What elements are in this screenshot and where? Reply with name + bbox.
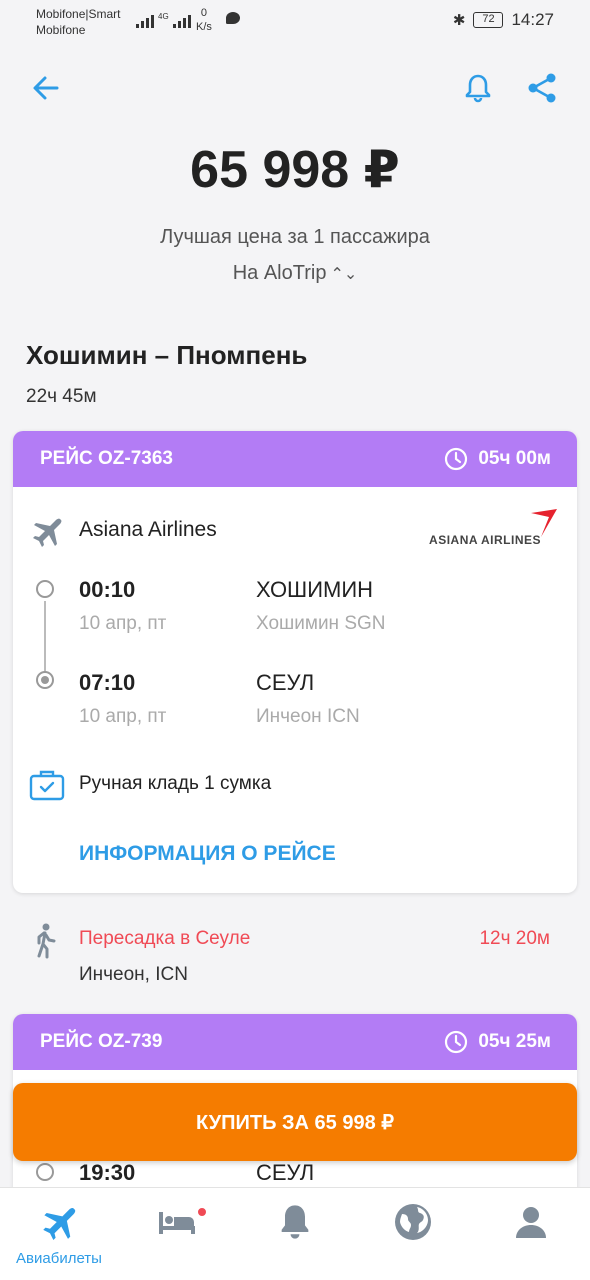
departure-time: 00:10 <box>79 577 136 602</box>
airplane-icon <box>33 518 62 547</box>
price-source-selector[interactable]: На AloTrip ⌃⌄ <box>0 262 590 285</box>
tab-hotels[interactable] <box>118 1188 236 1280</box>
flight-number: РЕЙС OZ-7363 <box>40 448 173 469</box>
flight-number: РЕЙС OZ-739 <box>40 1031 163 1052</box>
airline-name: Asiana Airlines <box>79 518 217 541</box>
baggage-label: Ручная кладь 1 сумка <box>79 773 272 794</box>
net-speed: 0 K/s <box>196 6 212 34</box>
airline-row: Asiana Airlines ASIANA AIRLINES <box>31 509 561 549</box>
route-timeline-line <box>44 601 46 677</box>
clock-icon <box>445 447 468 471</box>
flight-card-header: РЕЙС OZ-739 05ч 25м <box>13 1014 577 1070</box>
arrival-time: 07:10 <box>79 670 136 695</box>
transfer-duration: 12ч 20м <box>479 928 550 949</box>
departure-date: 10 апр, пт <box>79 613 167 634</box>
tab-subscriptions[interactable] <box>236 1188 354 1280</box>
flight-card-header: РЕЙС OZ-7363 05ч 00м <box>13 431 577 487</box>
chevron-up-down-icon: ⌃⌄ <box>330 266 358 283</box>
departure-dot <box>36 580 54 598</box>
top-bar <box>0 60 590 116</box>
buy-button[interactable]: КУПИТЬ ЗА 65 998 ₽ <box>13 1083 577 1161</box>
transfer-title: Пересадка в Сеуле <box>79 928 251 949</box>
tab-flights-label: Авиабилеты <box>16 1250 102 1267</box>
walking-person-icon <box>37 923 56 959</box>
net-speed-value: 0 <box>200 7 208 19</box>
carrier-info: Mobifone|Smart Mobifone <box>36 6 121 38</box>
best-price: 65 998 ₽ <box>190 141 400 199</box>
arrival-airport: Инчеон ICN <box>256 706 360 727</box>
carrier-name-2: Mobifone <box>36 23 86 37</box>
network-type: 4G <box>158 12 169 21</box>
airline-logo: ASIANA AIRLINES <box>411 505 561 547</box>
signal-icon: 4G <box>136 12 191 28</box>
status-bar: Mobifone|Smart Mobifone 4G 0 K/s ✱ 72 14… <box>0 0 590 44</box>
bottom-tab-bar: Авиабилеты <box>0 1187 590 1280</box>
bluetooth-icon: ✱ <box>452 12 466 29</box>
flight-card: РЕЙС OZ-7363 05ч 00м Asiana Airlines ASI… <box>13 431 577 893</box>
share-icon <box>528 73 556 103</box>
hotel-bed-icon <box>159 1212 195 1234</box>
flight-duration: 05ч 25м <box>478 1031 551 1052</box>
baggage-check-icon <box>29 770 65 801</box>
departure-dot <box>36 1163 54 1181</box>
transfer-airport: Инчеон, ICN <box>79 964 188 985</box>
airplane-icon <box>43 1208 76 1240</box>
clock-icon <box>445 1030 468 1054</box>
back-button[interactable] <box>26 68 66 108</box>
price-alert-button[interactable] <box>458 68 498 108</box>
airline-logo-text: ASIANA AIRLINES <box>429 533 541 547</box>
tab-explore[interactable] <box>354 1188 472 1280</box>
carrier-name-1: Mobifone|Smart <box>36 7 121 21</box>
bell-icon <box>465 74 491 103</box>
chat-notification-icon <box>226 12 240 24</box>
arrival-dot <box>36 671 54 689</box>
globe-icon <box>395 1204 431 1240</box>
notification-badge <box>196 1206 208 1218</box>
tab-profile[interactable] <box>472 1188 590 1280</box>
route-duration: 22ч 45м <box>26 386 97 407</box>
route-title: Хошимин – Пномпень <box>26 340 308 370</box>
departure-city: СЕУЛ <box>256 1160 315 1185</box>
tab-flights[interactable]: Авиабилеты <box>0 1188 118 1280</box>
arrow-left-icon <box>33 76 59 100</box>
price-source-label: На AloTrip <box>232 262 327 284</box>
arrival-city: СЕУЛ <box>256 670 315 695</box>
price-caption: Лучшая цена за 1 пассажира <box>160 226 430 248</box>
transfer-info: Пересадка в Сеуле 12ч 20м Инчеон, ICN <box>0 918 590 998</box>
departure-airport: Хошимин SGN <box>256 613 386 634</box>
departure-time: 19:30 <box>79 1160 136 1185</box>
clock: 14:27 <box>511 10 554 29</box>
share-button[interactable] <box>522 68 562 108</box>
departure-city: ХОШИМИН <box>256 577 374 602</box>
battery-icon: 72 <box>473 12 504 28</box>
flight-duration: 05ч 00м <box>478 448 551 469</box>
bell-icon <box>281 1205 309 1239</box>
arrival-date: 10 апр, пт <box>79 706 167 727</box>
net-speed-unit: K/s <box>196 21 212 33</box>
profile-icon <box>516 1207 546 1238</box>
flight-info-link[interactable]: ИНФОРМАЦИЯ О РЕЙСЕ <box>79 842 336 866</box>
baggage-row: Ручная кладь 1 сумка <box>29 768 271 802</box>
